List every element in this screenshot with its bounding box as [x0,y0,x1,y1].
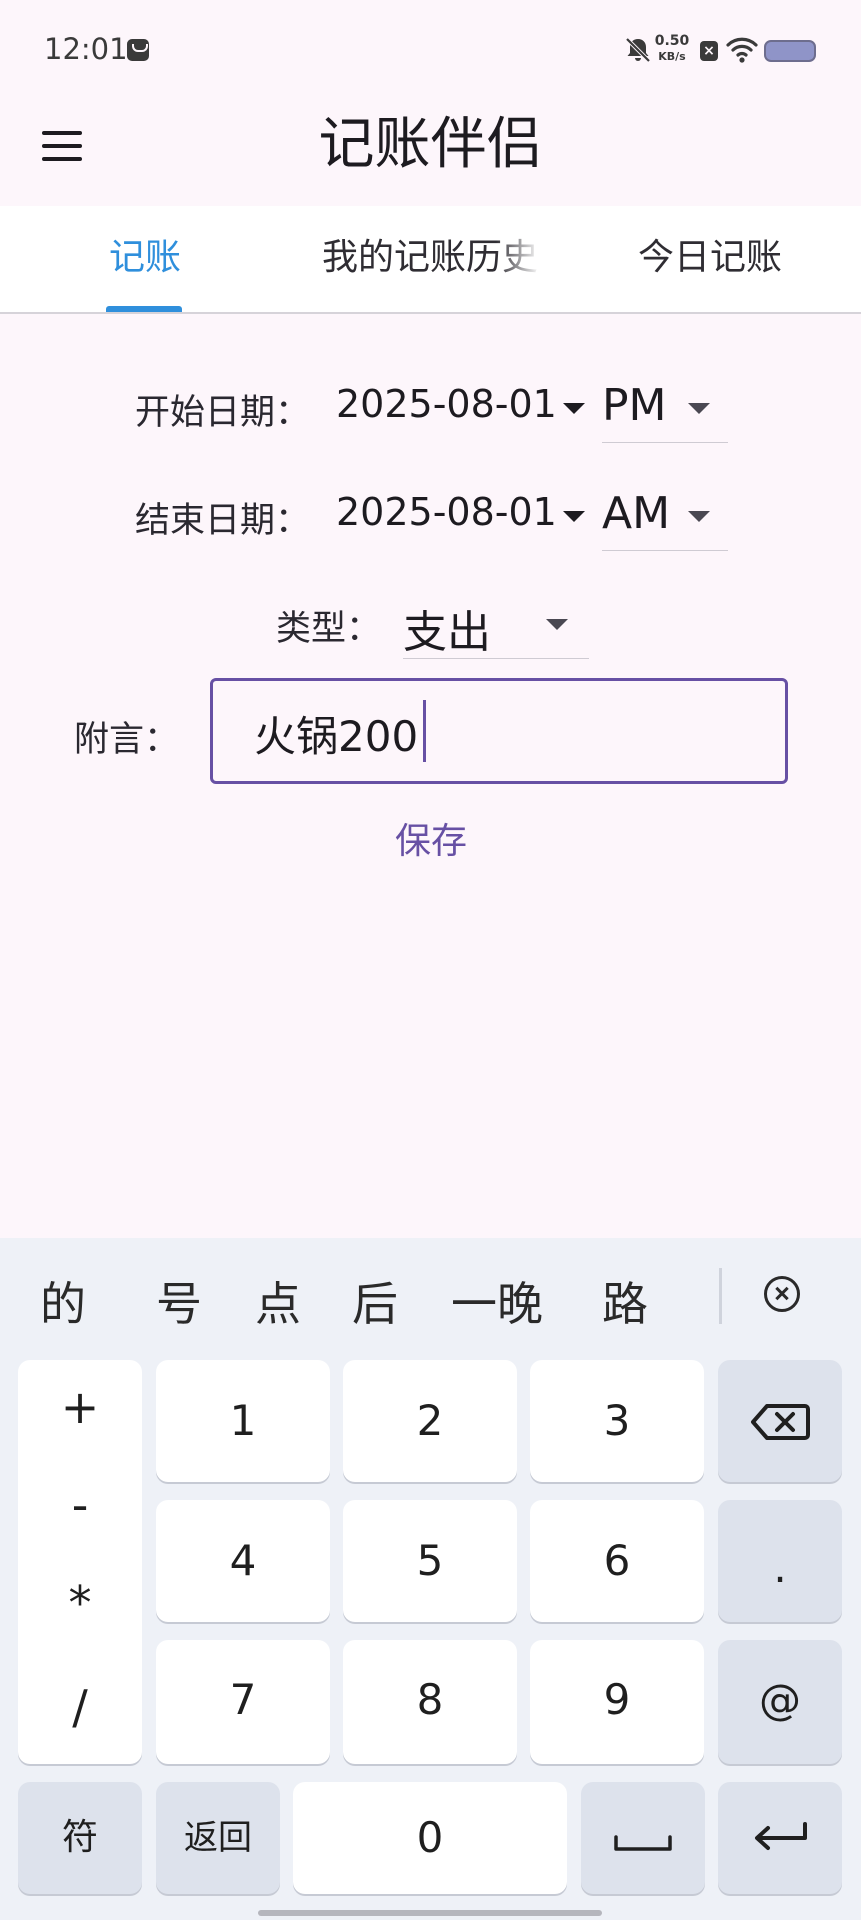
message-icon [127,39,149,61]
enter-key[interactable] [718,1782,842,1894]
plus-key[interactable]: + [18,1380,142,1434]
back-key[interactable]: 返回 [156,1782,280,1894]
start-period-underline [602,442,728,443]
key-2[interactable]: 2 [343,1360,517,1482]
divide-key[interactable]: / [18,1680,142,1734]
enter-icon [755,1822,807,1850]
key-6[interactable]: 6 [530,1500,704,1622]
space-key[interactable] [581,1782,705,1894]
key-1[interactable]: 1 [156,1360,330,1482]
end-period-dropdown[interactable]: AM [602,488,670,539]
candidate-divider [719,1268,722,1324]
note-label: 附言： [74,720,180,760]
key-5[interactable]: 5 [343,1500,517,1622]
candidate-5[interactable]: 一晚 [451,1268,543,1334]
end-date-label: 结束日期： [135,501,311,541]
tab-bar: 记账 我的记账历史 今日记账 [0,206,861,314]
type-chevron-down-icon[interactable] [546,619,568,630]
tab-today[interactable]: 今日记账 [630,206,790,312]
network-speed: 0.50 KB/s [652,34,692,64]
end-period-underline [602,550,728,551]
tab-indicator [106,306,182,312]
save-button[interactable]: 保存 [370,815,492,869]
dot-key[interactable]: . [718,1500,842,1622]
candidate-1[interactable]: 的 [40,1268,86,1334]
end-date-picker[interactable]: 2025-08-01 [336,490,557,534]
candidate-6[interactable]: 路 [602,1268,648,1334]
candidate-2[interactable]: 号 [156,1268,202,1334]
text-cursor [423,700,426,762]
network-speed-value: 0.50 [654,33,690,49]
wifi-icon [726,37,758,63]
battery-icon [764,40,816,62]
tab-record[interactable]: 记账 [90,206,200,312]
key-4[interactable]: 4 [156,1500,330,1622]
backspace-icon [751,1404,810,1440]
end-period-chevron-down-icon[interactable] [688,511,710,522]
symbols-key[interactable]: 符 [18,1782,142,1894]
status-time: 12:01 [44,32,128,66]
tab-history[interactable]: 我的记账历史 [320,206,540,312]
note-input-value[interactable]: 火锅200 [254,703,418,764]
network-speed-unit: KB/s [658,50,686,63]
key-9[interactable]: 9 [530,1640,704,1764]
space-icon [614,1835,672,1851]
backspace-key[interactable] [718,1360,842,1482]
page-title: 记账伴侣 [318,112,543,177]
type-label: 类型： [276,609,382,649]
start-date-label: 开始日期： [135,393,311,433]
candidate-3[interactable]: 点 [255,1268,301,1334]
mute-icon [625,37,651,63]
start-period-chevron-down-icon[interactable] [688,403,710,414]
minus-key[interactable]: - [18,1478,142,1532]
home-indicator[interactable] [258,1910,602,1916]
key-0[interactable]: 0 [293,1782,567,1894]
sim-icon: × [700,41,718,61]
type-dropdown[interactable]: 支出 [403,596,491,660]
start-date-chevron-down-icon[interactable] [563,403,585,414]
candidate-4[interactable]: 后 [352,1268,398,1334]
key-7[interactable]: 7 [156,1640,330,1764]
type-underline [403,658,589,659]
start-period-dropdown[interactable]: PM [602,380,667,431]
at-key[interactable]: @ [718,1640,842,1764]
candidate-close-icon[interactable] [764,1276,800,1312]
end-date-chevron-down-icon[interactable] [563,511,585,522]
key-8[interactable]: 8 [343,1640,517,1764]
start-date-picker[interactable]: 2025-08-01 [336,382,557,426]
key-3[interactable]: 3 [530,1360,704,1482]
multiply-key[interactable]: * [18,1576,142,1630]
